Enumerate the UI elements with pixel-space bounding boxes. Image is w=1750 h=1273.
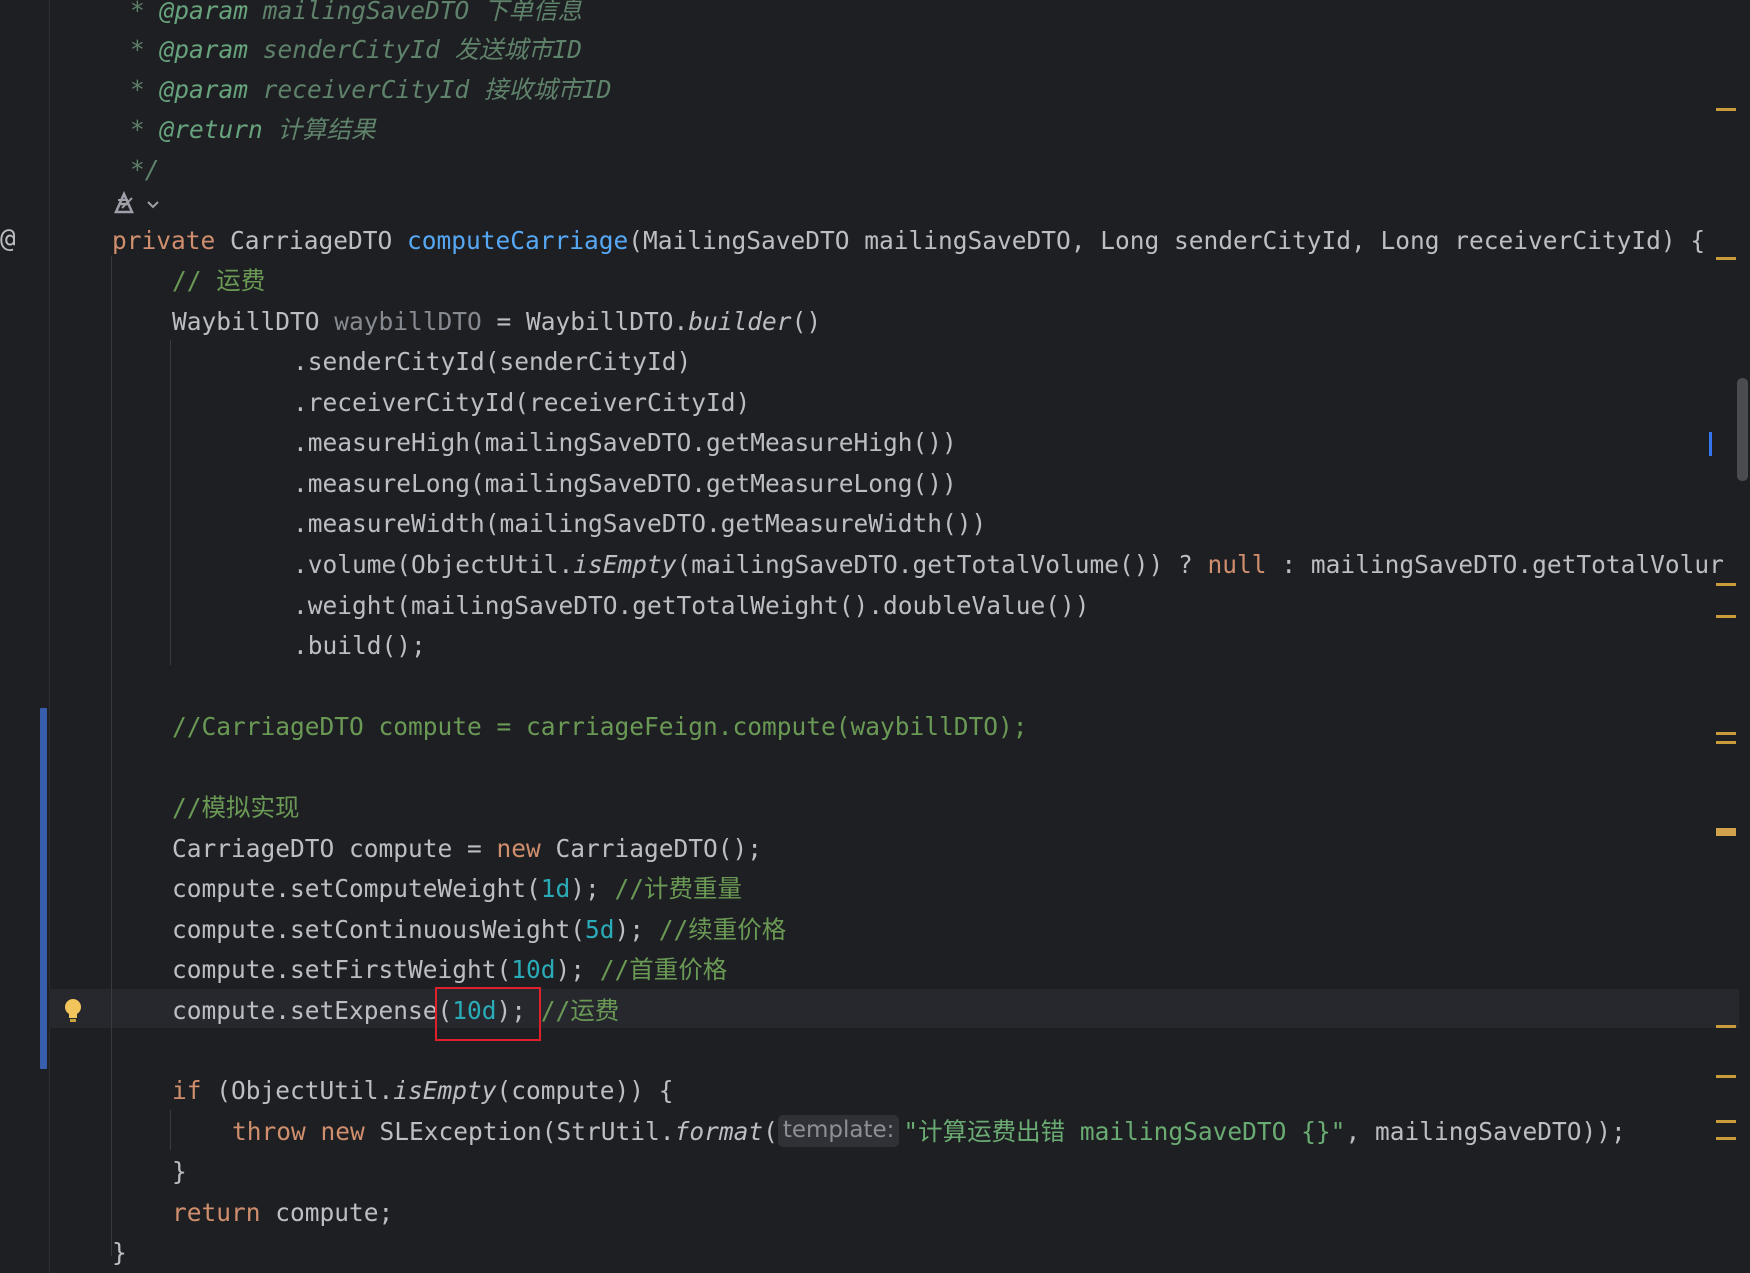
parameter-hint: template:	[777, 1115, 900, 1147]
warning-marker[interactable]	[1716, 1120, 1736, 1123]
code-line[interactable]: throw new SLException(StrUtil.format(tem…	[232, 1112, 1626, 1152]
warning-marker[interactable]	[1716, 108, 1736, 111]
code-line[interactable]: if (ObjectUtil.isEmpty(compute)) {	[172, 1071, 674, 1111]
code-line[interactable]: CarriageDTO compute = new CarriageDTO();	[172, 829, 762, 869]
code-line[interactable]: WaybillDTO waybillDTO = WaybillDTO.build…	[172, 302, 821, 342]
indent-guide	[111, 256, 112, 1256]
code-editor[interactable]: { "gutter": { "at_marker": "@" }, "lines…	[0, 0, 1750, 1273]
warning-marker[interactable]	[1716, 257, 1736, 260]
code-line[interactable]: * @param mailingSaveDTO 下单信息	[130, 0, 582, 31]
code-line[interactable]: .senderCityId(senderCityId)	[293, 342, 691, 382]
warning-marker[interactable]	[1716, 1075, 1736, 1078]
code-line[interactable]: compute.setComputeWeight(1d); //计费重量	[172, 869, 742, 909]
editor-gutter	[0, 0, 50, 1273]
code-line[interactable]: * @param senderCityId 发送城市ID	[130, 30, 582, 70]
indent-guide	[170, 340, 171, 665]
error-stripe[interactable]	[1710, 0, 1750, 1273]
code-line[interactable]: * @param receiverCityId 接收城市ID	[130, 70, 612, 110]
code-line[interactable]: return compute;	[172, 1193, 393, 1233]
code-line[interactable]: * @return 计算结果	[130, 110, 376, 150]
ai-assistant-icon[interactable]	[112, 190, 160, 220]
warning-marker[interactable]	[1716, 1137, 1736, 1140]
code-line[interactable]: .volume(ObjectUtil.isEmpty(mailingSaveDT…	[293, 545, 1724, 585]
code-line[interactable]: .measureWidth(mailingSaveDTO.getMeasureW…	[293, 504, 986, 544]
warning-marker[interactable]	[1716, 828, 1736, 836]
code-line[interactable]: //CarriageDTO compute = carriageFeign.co…	[172, 707, 1028, 747]
highlight-box	[435, 987, 541, 1041]
override-marker-icon[interactable]: @	[0, 224, 16, 254]
scrollbar-thumb[interactable]	[1737, 378, 1748, 481]
caret-position-marker	[1709, 432, 1712, 456]
vcs-change-marker[interactable]	[40, 708, 47, 1069]
warning-marker[interactable]	[1716, 583, 1736, 586]
code-line[interactable]: .measureLong(mailingSaveDTO.getMeasureLo…	[293, 464, 957, 504]
code-line[interactable]: //模拟实现	[172, 788, 300, 828]
code-line[interactable]: .receiverCityId(receiverCityId)	[293, 383, 750, 423]
code-line[interactable]: compute.setFirstWeight(10d); //首重价格	[172, 950, 727, 990]
code-line-current[interactable]: compute.setExpense(10d); //运费	[172, 991, 619, 1031]
code-line[interactable]: // 运费	[172, 261, 265, 301]
code-line[interactable]: compute.setContinuousWeight(5d); //续重价格	[172, 910, 786, 950]
code-line[interactable]: */	[130, 150, 160, 190]
code-line[interactable]: }	[172, 1152, 187, 1192]
warning-marker[interactable]	[1716, 741, 1736, 744]
warning-marker[interactable]	[1716, 732, 1736, 735]
lightbulb-icon[interactable]	[64, 998, 82, 1024]
code-line[interactable]: .weight(mailingSaveDTO.getTotalWeight().…	[293, 586, 1090, 626]
warning-marker[interactable]	[1716, 1025, 1736, 1028]
code-line[interactable]: .build();	[293, 626, 426, 666]
method-signature[interactable]: private CarriageDTO computeCarriage(Mail…	[112, 221, 1705, 261]
code-line[interactable]: .measureHigh(mailingSaveDTO.getMeasureHi…	[293, 423, 957, 463]
code-line[interactable]: }	[112, 1233, 127, 1273]
indent-guide	[170, 1110, 171, 1150]
warning-marker[interactable]	[1716, 615, 1736, 618]
method-name[interactable]: computeCarriage	[407, 226, 628, 255]
